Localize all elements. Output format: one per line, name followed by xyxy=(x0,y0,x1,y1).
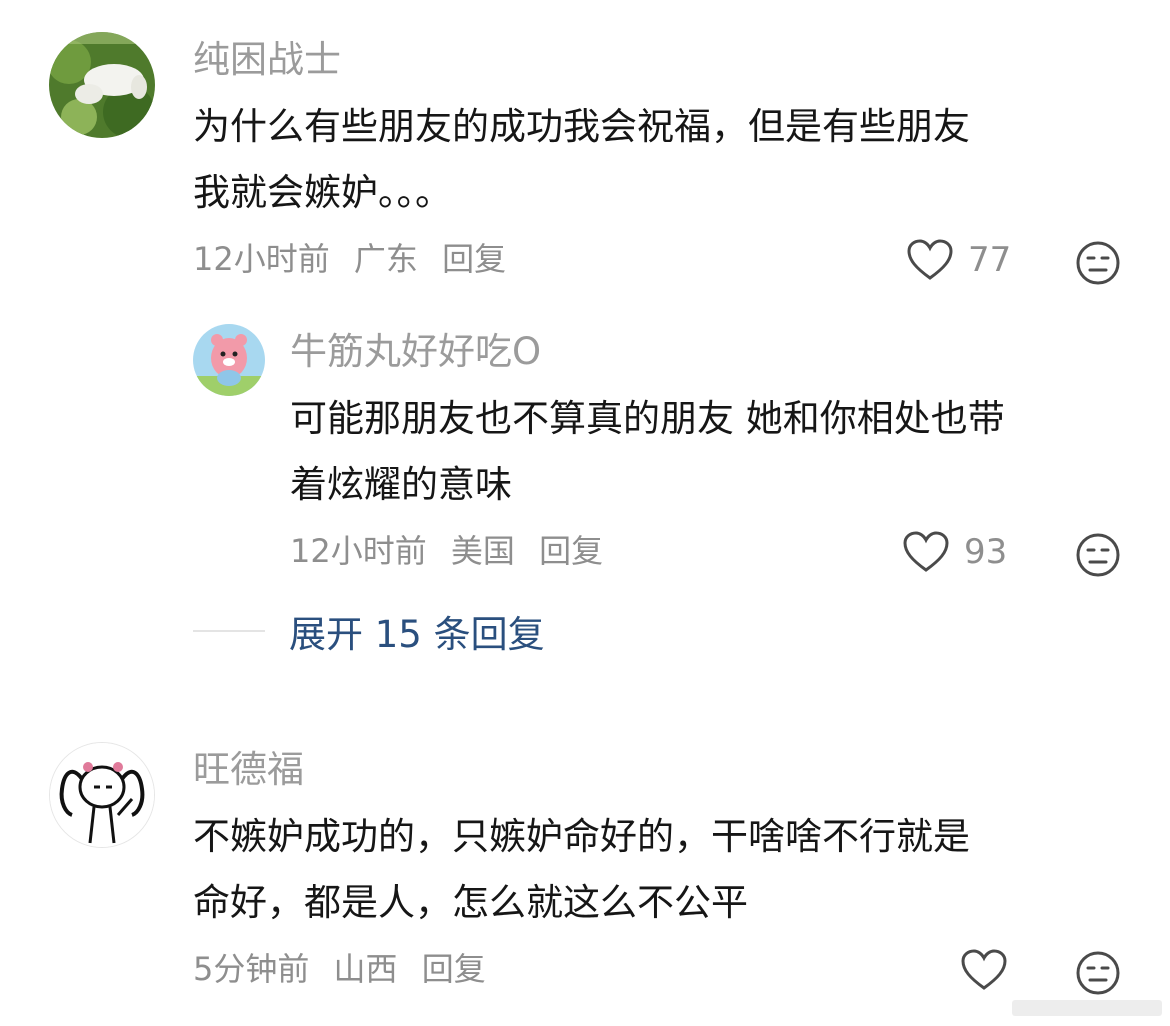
cat-photo-avatar-icon xyxy=(49,32,155,138)
location: 美国 xyxy=(450,532,515,570)
comment-text-line: 为什么有些朋友的成功我会祝福，但是有些朋友 xyxy=(193,105,970,148)
timestamp: 12小时前 xyxy=(193,240,330,278)
pink-beaver-avatar-icon xyxy=(193,324,265,396)
username[interactable]: 牛筋丸好好吃O xyxy=(290,328,541,376)
expand-replies-label[interactable]: 展开 15 条回复 xyxy=(289,604,545,658)
reply-button[interactable]: 回复 xyxy=(422,950,486,988)
like-button[interactable]: 93 xyxy=(902,530,1007,574)
timestamp: 5分钟前 xyxy=(193,950,310,988)
like-count: 93 xyxy=(964,532,1008,572)
like-count: 77 xyxy=(968,240,1012,280)
reply-text-line: 着炫耀的意味 xyxy=(290,463,512,506)
avatar[interactable] xyxy=(49,742,155,848)
comment-meta: 12小时前 广东 回复 xyxy=(193,237,520,281)
avatar[interactable] xyxy=(193,324,265,396)
reply-button[interactable]: 回复 xyxy=(442,240,506,278)
like-button[interactable]: 77 xyxy=(906,238,1011,282)
watermark-logo xyxy=(1012,996,1162,1020)
avatar[interactable] xyxy=(49,32,155,138)
username[interactable]: 旺德福 xyxy=(193,746,304,794)
heart-icon xyxy=(961,949,1007,990)
comment-text-line: 我就会嫉妒。。。 xyxy=(193,171,452,214)
username[interactable]: 纯困战士 xyxy=(193,36,341,84)
heart-icon xyxy=(907,239,953,280)
reply-meta: 12小时前 美国 回复 xyxy=(290,529,617,573)
heart-icon xyxy=(903,531,949,572)
divider-line xyxy=(193,630,265,632)
dislike-button[interactable] xyxy=(1075,240,1121,290)
location: 广东 xyxy=(353,240,418,278)
neutral-face-icon xyxy=(1076,533,1120,577)
dislike-button[interactable] xyxy=(1075,950,1121,1000)
dislike-button[interactable] xyxy=(1075,532,1121,582)
comment-text-line: 不嫉妒成功的，只嫉妒命好的，干啥啥不行就是 xyxy=(193,815,970,858)
watermark-icon xyxy=(1012,1000,1162,1016)
reply-button[interactable]: 回复 xyxy=(539,532,603,570)
expand-replies[interactable]: 展开 15 条回复 xyxy=(193,606,545,656)
comment-text-line: 命好，都是人，怎么就这么不公平 xyxy=(193,881,748,924)
stick-figure-avatar-icon xyxy=(50,743,154,847)
comment-meta: 5分钟前 山西 回复 xyxy=(193,947,500,991)
reply-text-line: 可能那朋友也不算真的朋友 她和你相处也带 xyxy=(290,397,1005,440)
location: 山西 xyxy=(333,950,398,988)
neutral-face-icon xyxy=(1076,951,1120,995)
like-button[interactable] xyxy=(960,948,1008,992)
neutral-face-icon xyxy=(1076,241,1120,285)
timestamp: 12小时前 xyxy=(290,532,427,570)
